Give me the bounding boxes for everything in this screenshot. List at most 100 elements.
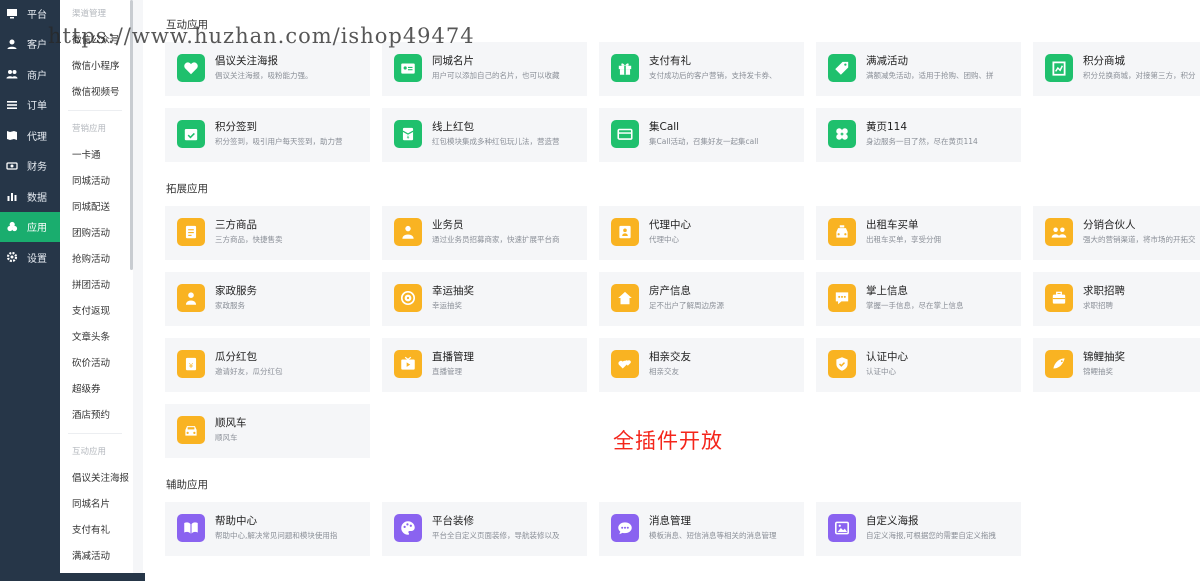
app-card[interactable]: 三方商品 三方商品，快捷售卖: [165, 206, 370, 260]
app-card-desc: 相亲交友: [649, 367, 679, 376]
app-card[interactable]: 平台装修平台全自定义页面装修，导航装修以及: [382, 502, 587, 556]
app-card-desc: 身边服务一目了然，尽在黄页114: [866, 137, 978, 146]
gear-icon: [6, 251, 18, 263]
subnav-item[interactable]: 支付返现: [60, 299, 130, 325]
nav-item-8[interactable]: 设置: [0, 242, 60, 273]
app-card[interactable]: 分销合伙人 强大的营销渠道，将市场的开拓交: [1033, 206, 1200, 260]
app-card[interactable]: 积分签到 积分签到，吸引用户每天签到，助力营: [165, 108, 370, 162]
app-card[interactable]: 同城名片 用户可以添加自己的名片，也可以收藏: [382, 42, 587, 96]
app-card[interactable]: 自定义海报自定义海报,可根据您的需要自定义拖拽: [816, 502, 1021, 556]
app-card-text: 积分签到 积分签到，吸引用户每天签到，助力营: [215, 120, 343, 149]
app-card[interactable]: ¥ 瓜分红包 邀请好友，瓜分红包: [165, 338, 370, 392]
app-card-desc: 平台全自定义页面装修，导航装修以及: [432, 531, 560, 540]
app-card[interactable]: 消息管理 模板消息、短信消息等相关的消息管理: [599, 502, 804, 556]
nav-item-3[interactable]: 订单: [0, 90, 60, 121]
app-card[interactable]: 黄页114 身边服务一目了然，尽在黄页114: [816, 108, 1021, 162]
message-icon: [828, 284, 856, 312]
car-icon: [177, 416, 205, 444]
subnav-item[interactable]: 同城名片: [60, 492, 130, 518]
app-card-desc: 家政服务: [215, 301, 245, 310]
subnav-item[interactable]: 砍价活动: [60, 351, 130, 377]
subnav-item[interactable]: 微信公众号: [60, 28, 130, 54]
subnav-item[interactable]: 文章头条: [60, 325, 130, 351]
app-card[interactable]: 帮助中心 帮助中心,解决常见问题和模块使用指: [165, 502, 370, 556]
app-card-desc: 自定义海报,可根据您的需要自定义拖拽: [866, 531, 996, 540]
app-card-title: 倡议关注海报: [215, 55, 278, 67]
app-card[interactable]: 支付有礼 支付成功后的客户营销，支持发卡券、: [599, 42, 804, 96]
app-card-title: 幸运抽奖: [432, 285, 474, 297]
subnav-item[interactable]: 倡议关注海报: [60, 466, 130, 492]
clover-icon: [828, 120, 856, 148]
app-card[interactable]: 满减活动 满额减免活动，适用于抢购、团购、拼: [816, 42, 1021, 96]
nav-item-4[interactable]: 代理: [0, 120, 60, 151]
subnav-item[interactable]: 酒店预约: [60, 403, 130, 429]
app-card-title: 黄页114: [866, 121, 908, 133]
app-card[interactable]: ¥ 线上红包 红包模块集成多种红包玩儿法，营造营: [382, 108, 587, 162]
subnav-item[interactable]: 微信视频号: [60, 80, 130, 106]
app-card[interactable]: 倡议关注海报倡议关注海报，吸粉能力强。: [165, 42, 370, 96]
app-card-desc: 倡议关注海报，吸粉能力强。: [215, 71, 313, 80]
nav-item-7[interactable]: 应用: [0, 211, 60, 242]
app-card[interactable]: 锦鲤抽奖 锦鲤抽奖: [1033, 338, 1200, 392]
subnav-item[interactable]: 满减活动: [60, 544, 130, 570]
app-card-title: 自定义海报: [866, 515, 919, 527]
app-card-title: 平台装修: [432, 515, 474, 527]
app-card[interactable]: 幸运抽奖 幸运抽奖: [382, 272, 587, 326]
app-card[interactable]: 认证中心 认证中心: [816, 338, 1021, 392]
app-card-text: 帮助中心 帮助中心,解决常见问题和模块使用指: [215, 514, 337, 543]
app-card-text: 瓜分红包 邀请好友，瓜分红包: [215, 350, 283, 379]
app-card-text: 认证中心 认证中心: [866, 350, 908, 379]
app-card-text: 直播管理 直播管理: [432, 350, 474, 379]
app-card[interactable]: 业务员 通过业务员招募商家，快速扩展平台商: [382, 206, 587, 260]
nav-item-5[interactable]: 财务: [0, 151, 60, 182]
app-card[interactable]: 集Call 集Call活动，召集好友一起集call: [599, 108, 804, 162]
app-card-text: 自定义海报自定义海报,可根据您的需要自定义拖拽: [866, 514, 996, 543]
subnav-item[interactable]: 同城活动: [60, 169, 130, 195]
app-card-desc: 积分签到，吸引用户每天签到，助力营: [215, 137, 343, 146]
nav-item-6[interactable]: 数据: [0, 181, 60, 212]
app-card-desc: 足不出户了解周边房源: [649, 301, 724, 310]
app-card[interactable]: 家政服务 家政服务: [165, 272, 370, 326]
app-card-title: 积分商城: [1083, 55, 1125, 67]
app-card[interactable]: 房产信息 足不出户了解周边房源: [599, 272, 804, 326]
calendar-check-icon: [177, 120, 205, 148]
subnav-item[interactable]: 抢购活动: [60, 247, 130, 273]
salesman-icon: [394, 218, 422, 246]
app-card[interactable]: 求职招聘 求职招聘: [1033, 272, 1200, 326]
subnav-item[interactable]: 团购活动: [60, 221, 130, 247]
subnav-item[interactable]: 微信小程序: [60, 54, 130, 80]
bottom-bar: [0, 573, 145, 581]
housekeeper-icon: [177, 284, 205, 312]
app-card-text: 分销合伙人 强大的营销渠道，将市场的开拓交: [1083, 218, 1196, 247]
subnav-item[interactable]: 支付有礼: [60, 518, 130, 544]
agent-icon: [611, 218, 639, 246]
app-card-title: 消息管理: [649, 515, 691, 527]
app-card-text: 积分商城 积分兑换商城，对接第三方，积分: [1083, 54, 1196, 83]
group-title-interactive: 互动应用: [72, 447, 107, 457]
app-card[interactable]: 积分商城 积分兑换商城，对接第三方，积分: [1033, 42, 1200, 96]
subnav-item[interactable]: 一卡通: [60, 143, 130, 169]
primary-sidebar: 平台 客户 商户 订单 代理 财务 数据 应用 设置: [0, 0, 60, 581]
app-card[interactable]: 顺风车 顺风车: [165, 404, 370, 458]
app-card[interactable]: 出租车买单 出租车买单，享受分佣: [816, 206, 1021, 260]
app-card[interactable]: 直播管理 直播管理: [382, 338, 587, 392]
id-card-icon: [394, 54, 422, 82]
nav-item-1[interactable]: 客户: [0, 29, 60, 60]
subnav-item[interactable]: 同城配送: [60, 195, 130, 221]
nav-item-0[interactable]: 平台: [0, 0, 60, 29]
nav-item-2[interactable]: 商户: [0, 59, 60, 90]
app-card-text: 业务员 通过业务员招募商家，快速扩展平台商: [432, 218, 560, 247]
section-title: 互动应用: [166, 19, 208, 31]
app-card[interactable]: 相亲交友 相亲交友: [599, 338, 804, 392]
subnav-item[interactable]: 拼团活动: [60, 273, 130, 299]
card-icon: [611, 120, 639, 148]
app-card[interactable]: 代理中心 代理中心: [599, 206, 804, 260]
red-packet-icon: ¥: [394, 120, 422, 148]
lucky-wheel-icon: [394, 284, 422, 312]
app-card-title: 满减活动: [866, 55, 908, 67]
app-card[interactable]: 掌上信息 掌握一手信息，尽在掌上信息: [816, 272, 1021, 326]
subnav-item[interactable]: 超级券: [60, 377, 130, 403]
gutter: [133, 0, 143, 581]
app-card-text: 同城名片 用户可以添加自己的名片，也可以收藏: [432, 54, 560, 83]
app-card-text: 出租车买单 出租车买单，享受分佣: [866, 218, 941, 247]
